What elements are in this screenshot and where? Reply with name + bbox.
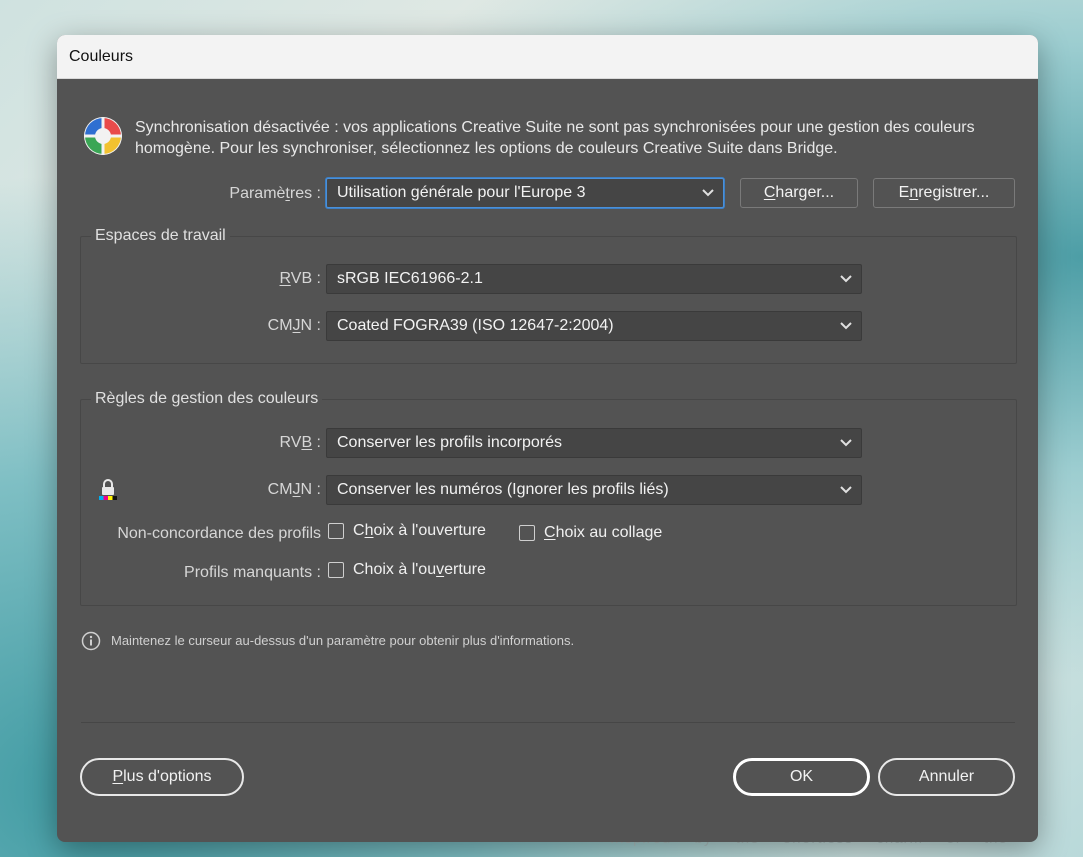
missing-ask-when-opening-label[interactable]: Choix à l'ouverture [353, 561, 486, 579]
policy-rgb-value: Conserver les profils incorporés [337, 434, 562, 451]
settings-label: Paramètres : [229, 185, 321, 202]
working-spaces-group [80, 236, 1017, 364]
sync-message: Synchronisation désactivée : vos applica… [135, 119, 975, 157]
save-button-label: Enregistrer... [898, 184, 990, 201]
cancel-button[interactable]: Annuler [878, 758, 1015, 796]
info-icon [81, 631, 101, 651]
working-cmyk-value: Coated FOGRA39 (ISO 12647-2:2004) [337, 317, 614, 334]
ask-when-pasting-checkbox[interactable] [519, 525, 535, 541]
chevron-down-icon [840, 486, 852, 494]
info-text: Maintenez le curseur au-dessus d'un para… [111, 633, 575, 648]
working-rgb-label: RVB : [279, 270, 322, 287]
policy-cmyk-value: Conserver les numéros (Ignorer les profi… [337, 481, 669, 498]
policy-cmyk-select[interactable]: Conserver les numéros (Ignorer les profi… [326, 475, 862, 505]
ask-when-opening-checkbox[interactable] [328, 523, 344, 539]
color-policies-title: Règles de gestion des couleurs [91, 390, 323, 408]
ask-when-opening-label[interactable]: Choix à l'ouverture [353, 522, 486, 540]
working-rgb-value: sRGB IEC61966-2.1 [337, 270, 483, 287]
color-sync-icon [84, 117, 122, 155]
missing-ask-when-opening-checkbox[interactable] [328, 562, 344, 578]
profile-mismatch-label: Non-concordance des profils [117, 525, 321, 542]
chevron-down-icon [840, 439, 852, 447]
more-options-button[interactable]: Plus d'options [80, 758, 244, 796]
working-rgb-select[interactable]: sRGB IEC61966-2.1 [326, 264, 862, 294]
more-options-label: Plus d'options [112, 768, 212, 785]
chevron-down-icon [702, 189, 714, 197]
settings-select[interactable]: Utilisation générale pour l'Europe 3 [326, 178, 724, 208]
lock-icon [99, 479, 117, 500]
save-button[interactable]: Enregistrer... [873, 178, 1015, 208]
color-settings-dialog: Couleurs Synchronisation désactivée : vo… [57, 35, 1038, 842]
window-title: Couleurs [69, 47, 134, 65]
policy-cmyk-label: CMJN : [267, 481, 321, 498]
chevron-down-icon [840, 322, 852, 330]
ask-when-pasting-label[interactable]: Choix au collage [544, 524, 662, 542]
working-cmyk-select[interactable]: Coated FOGRA39 (ISO 12647-2:2004) [326, 311, 862, 341]
cancel-label: Annuler [918, 768, 975, 785]
divider [81, 722, 1015, 723]
settings-value: Utilisation générale pour l'Europe 3 [337, 184, 586, 201]
policy-rgb-select[interactable]: Conserver les profils incorporés [326, 428, 862, 458]
ok-button[interactable]: OK [733, 758, 870, 796]
load-button[interactable]: Charger... [740, 178, 858, 208]
policy-rgb-label: RVB : [279, 434, 322, 451]
title-bar: Couleurs [57, 35, 1038, 79]
missing-profiles-label: Profils manquants : [184, 564, 321, 581]
working-spaces-title: Espaces de travail [91, 227, 230, 245]
load-button-label: Charger... [763, 184, 835, 201]
chevron-down-icon [840, 275, 852, 283]
working-cmyk-label: CMJN : [267, 317, 321, 334]
ok-label: OK [789, 768, 814, 785]
